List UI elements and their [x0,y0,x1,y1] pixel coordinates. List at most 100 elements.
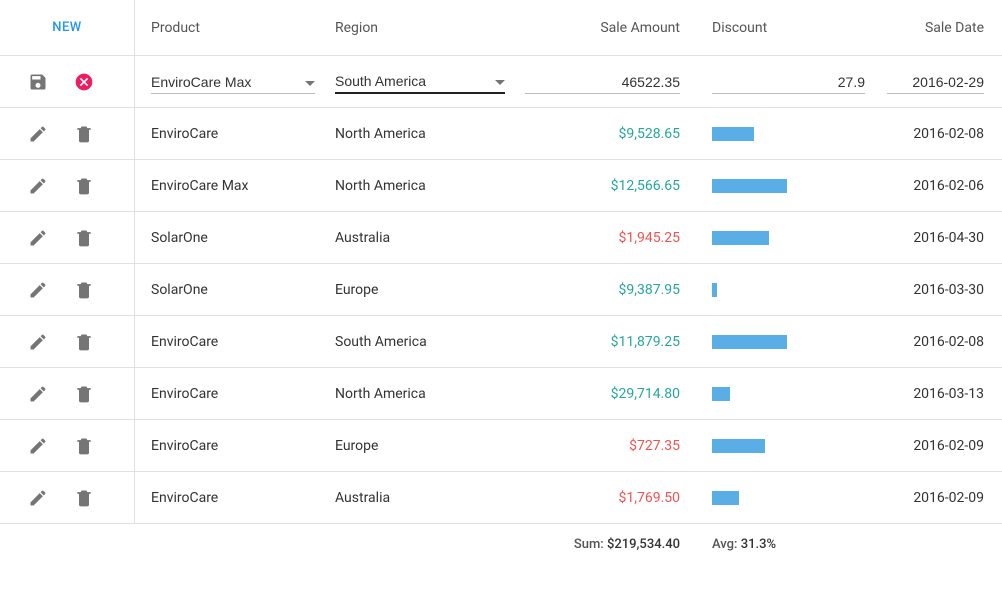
product-dropdown[interactable] [151,70,315,94]
chevron-down-icon [305,74,315,90]
date-cell: 2016-02-09 [887,438,1002,454]
date-cell[interactable] [887,70,984,94]
header-region[interactable]: Region [335,20,525,36]
table-row: SolarOneEurope$9,387.95 2016-03-30 [0,264,1002,316]
edit-button[interactable] [28,280,48,300]
discount-bar [712,283,717,297]
edit-button[interactable] [28,228,48,248]
discount-cell[interactable] [712,70,865,94]
region-cell: Europe [335,282,525,298]
pencil-icon [28,280,48,300]
discount-bar [712,439,765,453]
discount-cell [690,439,865,453]
discount-bar [712,231,769,245]
delete-button[interactable] [74,436,94,456]
delete-button[interactable] [74,384,94,404]
table-row: SolarOneAustralia$1,945.252016-04-30 [0,212,1002,264]
pencil-icon [28,384,48,404]
new-button[interactable]: NEW [52,20,82,35]
date-input[interactable] [887,74,984,90]
trash-icon [74,228,94,248]
data-grid: NEW Product Region Sale Amount Discount … [0,0,1002,564]
delete-button[interactable] [74,228,94,248]
edit-button[interactable] [28,124,48,144]
delete-button[interactable] [74,124,94,144]
amount-cell: $11,879.25 [525,334,690,350]
pencil-icon [28,332,48,352]
delete-button[interactable] [74,176,94,196]
table-row: EnviroCareEurope$727.35 2016-02-09 [0,420,1002,472]
header-product[interactable]: Product [135,20,335,36]
cancel-button[interactable] [74,72,94,92]
header-amount[interactable]: Sale Amount [525,20,690,36]
date-cell: 2016-02-08 [887,126,1002,142]
amount-cell: $9,387.95 [525,282,690,298]
trash-icon [74,332,94,352]
amount-input[interactable] [525,74,680,90]
edit-button[interactable] [28,176,48,196]
edit-row-actions [0,56,135,107]
product-input[interactable] [151,74,305,90]
row-actions [0,420,135,471]
product-cell: EnviroCare [135,334,335,350]
discount-bar [712,491,739,505]
pencil-icon [28,228,48,248]
discount-cell [690,283,865,297]
table-row: EnviroCareNorth America$9,528.652016-02-… [0,108,1002,160]
discount-bar [712,179,787,193]
discount-cell [690,491,865,505]
pencil-icon [28,124,48,144]
discount-bar [712,127,754,141]
product-cell: SolarOne [135,282,335,298]
avg-label: Avg: [712,537,737,552]
product-cell: EnviroCare [135,386,335,402]
summary-row: Sum: $219,534.40 Avg: 31.3% [0,524,1002,564]
trash-icon [74,124,94,144]
amount-cell: $29,714.80 [525,386,690,402]
avg-value: 31.3% [741,537,776,552]
amount-cell: $9,528.65 [525,126,690,142]
delete-button[interactable] [74,332,94,352]
edit-button[interactable] [28,332,48,352]
region-cell: North America [335,178,525,194]
date-cell: 2016-03-30 [887,282,1002,298]
edit-button[interactable] [28,436,48,456]
discount-cell [690,335,865,349]
product-cell: SolarOne [135,230,335,246]
row-actions [0,316,135,367]
product-cell: EnviroCare [135,438,335,454]
discount-input[interactable] [712,74,865,90]
discount-cell [690,387,865,401]
edit-button[interactable] [28,488,48,508]
pencil-icon [28,436,48,456]
save-button[interactable] [28,72,48,92]
delete-button[interactable] [74,280,94,300]
date-cell: 2016-02-08 [887,334,1002,350]
date-cell: 2016-02-06 [887,178,1002,194]
amount-cell[interactable] [525,70,680,94]
product-cell: EnviroCare [135,490,335,506]
sum-value: $219,534.40 [607,537,680,552]
discount-bar [712,387,730,401]
delete-button[interactable] [74,488,94,508]
trash-icon [74,176,94,196]
discount-bar [712,335,787,349]
amount-cell: $727.35 [525,438,690,454]
trash-icon [74,436,94,456]
row-actions [0,472,135,523]
row-actions [0,108,135,159]
chevron-down-icon [495,73,505,89]
amount-cell: $12,566.65 [525,178,690,194]
region-input[interactable] [335,73,495,89]
date-cell: 2016-02-09 [887,490,1002,506]
row-actions [0,264,135,315]
region-cell: North America [335,386,525,402]
header-row: NEW Product Region Sale Amount Discount … [0,0,1002,56]
header-discount[interactable]: Discount [690,20,865,36]
region-cell: Europe [335,438,525,454]
region-dropdown[interactable] [335,69,505,94]
edit-button[interactable] [28,384,48,404]
table-row: EnviroCare MaxNorth America$12,566.65201… [0,160,1002,212]
header-date[interactable]: Sale Date [887,20,1002,36]
cancel-icon [74,72,94,92]
